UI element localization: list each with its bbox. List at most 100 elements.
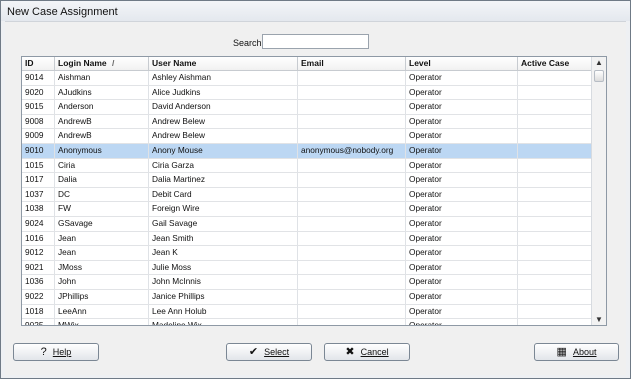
- cell-user-name: Ashley Aishman: [149, 71, 298, 85]
- cell-user-name: Andrew Belew: [149, 114, 298, 129]
- table-row[interactable]: 9009 AndrewB Andrew Belew Operator: [22, 129, 594, 144]
- grid-header: ID Login Name / User Name Email Level Ac…: [22, 57, 594, 71]
- column-header-active-case[interactable]: Active Case: [518, 57, 594, 70]
- scroll-up-icon[interactable]: ▲: [593, 57, 605, 68]
- table-row[interactable]: 1015 Ciria Ciria Garza Operator: [22, 158, 594, 174]
- cell-id: 9015: [22, 100, 55, 114]
- cell-level: Operator: [406, 319, 518, 325]
- table-row[interactable]: 9020 AJudkins Alice Judkins Operator: [22, 85, 594, 101]
- column-header-login-name-label: Login Name: [58, 58, 107, 68]
- cell-login-name: AndrewB: [55, 129, 149, 143]
- cell-active-case: [518, 202, 594, 216]
- cell-id: 1018: [22, 304, 55, 319]
- cell-login-name: Anderson: [55, 100, 149, 114]
- cell-level: Operator: [406, 158, 518, 173]
- help-button[interactable]: ? Help: [13, 343, 99, 361]
- column-header-level[interactable]: Level: [406, 57, 518, 70]
- cell-id: 1017: [22, 173, 55, 187]
- cell-email: [298, 158, 406, 173]
- cell-email: [298, 304, 406, 319]
- cell-login-name: JMoss: [55, 260, 149, 275]
- cell-active-case: [518, 173, 594, 187]
- table-row[interactable]: 9021 JMoss Julie Moss Operator: [22, 260, 594, 276]
- table-row[interactable]: 9025 MWix Madeline Wix Operator: [22, 319, 594, 325]
- new-case-assignment-window: New Case Assignment Search ID Login Name…: [0, 0, 631, 379]
- cell-id: 9012: [22, 246, 55, 260]
- table-row[interactable]: 1018 LeeAnn Lee Ann Holub Operator: [22, 304, 594, 320]
- cell-level: Operator: [406, 246, 518, 260]
- cell-email: [298, 100, 406, 114]
- cell-email: [298, 187, 406, 202]
- table-row[interactable]: 1017 Dalia Dalia Martinez Operator: [22, 173, 594, 188]
- cell-email: [298, 319, 406, 325]
- table-row[interactable]: 9024 GSavage Gail Savage Operator: [22, 216, 594, 232]
- title-bar: New Case Assignment: [1, 1, 630, 21]
- about-icon: ▦: [556, 345, 567, 358]
- cell-user-name: Julie Moss: [149, 260, 298, 275]
- cell-active-case: [518, 85, 594, 100]
- table-row[interactable]: 9008 AndrewB Andrew Belew Operator: [22, 114, 594, 130]
- close-icon: ✖: [345, 345, 355, 358]
- cell-login-name: GSavage: [55, 216, 149, 231]
- vertical-scrollbar[interactable]: ▲ ▼: [591, 57, 606, 325]
- cell-active-case: [518, 289, 594, 304]
- cell-id: 9025: [22, 319, 55, 325]
- cell-level: Operator: [406, 275, 518, 289]
- cell-id: 9024: [22, 216, 55, 231]
- table-row[interactable]: 1037 DC Debit Card Operator: [22, 187, 594, 203]
- column-header-id[interactable]: ID: [22, 57, 55, 70]
- cell-user-name: Dalia Martinez: [149, 173, 298, 187]
- column-header-email[interactable]: Email: [298, 57, 406, 70]
- table-row[interactable]: 1038 FW Foreign Wire Operator: [22, 202, 594, 217]
- cell-id: 9009: [22, 129, 55, 143]
- search-label: Search: [233, 38, 262, 48]
- cell-id: 9008: [22, 114, 55, 129]
- cell-email: [298, 275, 406, 289]
- table-row[interactable]: 9010 Anonymous Anony Mouse anonymous@nobody…: [22, 143, 594, 159]
- column-header-user-name[interactable]: User Name: [149, 57, 298, 70]
- cell-active-case: [518, 114, 594, 129]
- cell-login-name: MWix: [55, 319, 149, 325]
- cell-login-name: FW: [55, 202, 149, 216]
- cancel-button[interactable]: ✖ Cancel: [324, 343, 410, 361]
- select-button-label: Select: [264, 347, 290, 357]
- about-button[interactable]: ▦ About: [534, 343, 619, 361]
- cell-login-name: Ciria: [55, 158, 149, 173]
- help-icon: ?: [40, 345, 47, 358]
- table-row[interactable]: 1016 Jean Jean Smith Operator: [22, 231, 594, 247]
- cell-login-name: AJudkins: [55, 85, 149, 100]
- scroll-down-icon[interactable]: ▼: [593, 314, 605, 325]
- search-input[interactable]: [262, 34, 369, 49]
- table-row[interactable]: 9022 JPhillips Janice Phillips Operator: [22, 289, 594, 305]
- table-row[interactable]: 9012 Jean Jean K Operator: [22, 246, 594, 261]
- select-button[interactable]: ✔ Select: [226, 343, 312, 361]
- table-row[interactable]: 9014 Aishman Ashley Aishman Operator: [22, 71, 594, 86]
- cell-user-name: Madeline Wix: [149, 319, 298, 325]
- cell-email: [298, 85, 406, 100]
- cell-email: [298, 260, 406, 275]
- cell-email: [298, 246, 406, 260]
- cell-active-case: [518, 304, 594, 319]
- cell-active-case: [518, 100, 594, 114]
- table-row[interactable]: 1036 John John McInnis Operator: [22, 275, 594, 290]
- cell-id: 9020: [22, 85, 55, 100]
- cell-login-name: Aishman: [55, 71, 149, 85]
- cell-login-name: DC: [55, 187, 149, 202]
- table-row[interactable]: 9015 Anderson David Anderson Operator: [22, 100, 594, 115]
- cell-login-name: JPhillips: [55, 289, 149, 304]
- cell-active-case: [518, 275, 594, 289]
- cell-id: 9022: [22, 289, 55, 304]
- cell-level: Operator: [406, 85, 518, 100]
- checkmark-icon: ✔: [248, 345, 259, 358]
- column-header-login-name[interactable]: Login Name /: [55, 57, 149, 70]
- cell-level: Operator: [406, 129, 518, 143]
- cell-level: Operator: [406, 260, 518, 275]
- cell-user-name: Ciria Garza: [149, 158, 298, 173]
- about-button-label: About: [572, 347, 597, 357]
- cell-level: Operator: [406, 202, 518, 216]
- scroll-thumb[interactable]: [594, 70, 604, 82]
- cell-id: 1015: [22, 158, 55, 173]
- cell-active-case: [518, 158, 594, 173]
- cell-user-name: Gail Savage: [149, 216, 298, 231]
- cell-level: Operator: [406, 100, 518, 114]
